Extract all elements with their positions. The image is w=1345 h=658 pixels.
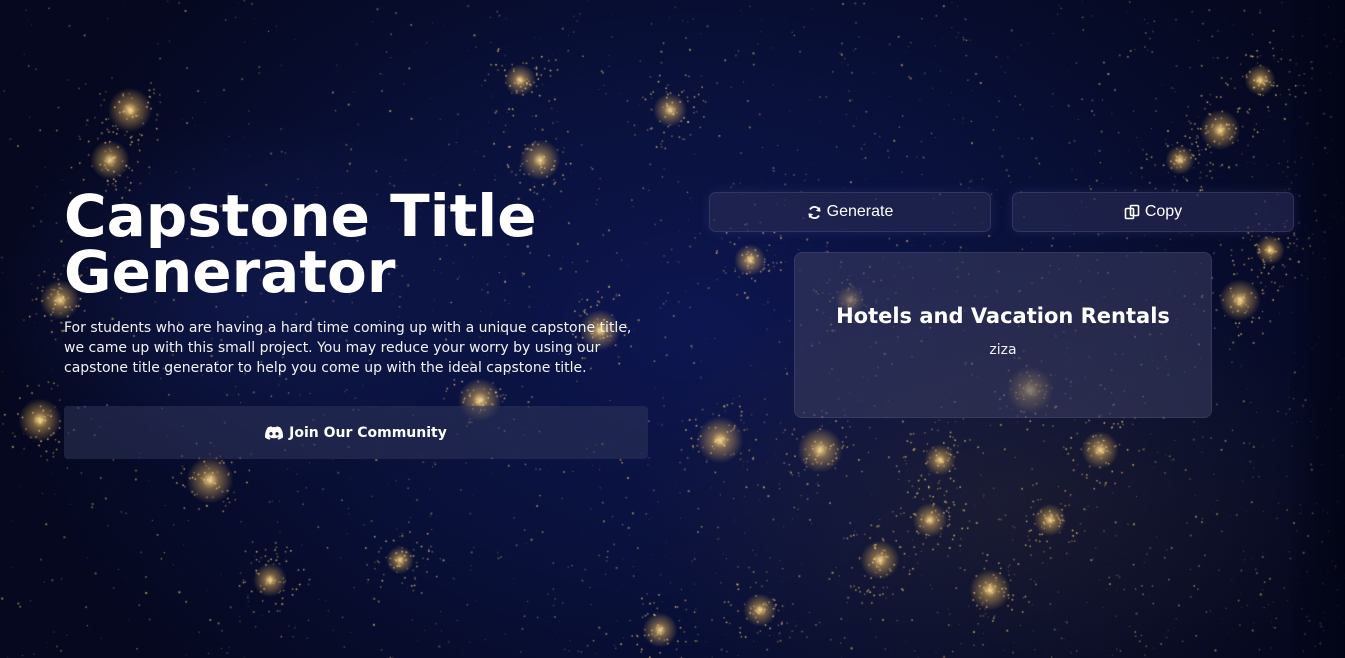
- copy-icon: [1124, 204, 1140, 220]
- generate-label: Generate: [826, 203, 894, 220]
- copy-label: Copy: [1144, 203, 1183, 220]
- join-community-button[interactable]: Join Our Community: [64, 406, 648, 459]
- refresh-icon: [807, 205, 822, 220]
- page-description: For students who are having a hard time …: [64, 320, 632, 376]
- hero-section: Capstone Title Generator For students wh…: [64, 182, 648, 459]
- result-card: Hotels and Vacation Rentals ziza: [794, 252, 1212, 418]
- generate-button[interactable]: Generate: [709, 192, 991, 232]
- page-title: Capstone Title Generator: [64, 182, 537, 306]
- copy-button[interactable]: Copy: [1012, 192, 1294, 232]
- generated-title: Hotels and Vacation Rentals: [836, 304, 1170, 328]
- join-community-label: Join Our Community: [289, 424, 447, 441]
- discord-icon: [265, 425, 284, 440]
- generated-subtitle: ziza: [989, 342, 1017, 358]
